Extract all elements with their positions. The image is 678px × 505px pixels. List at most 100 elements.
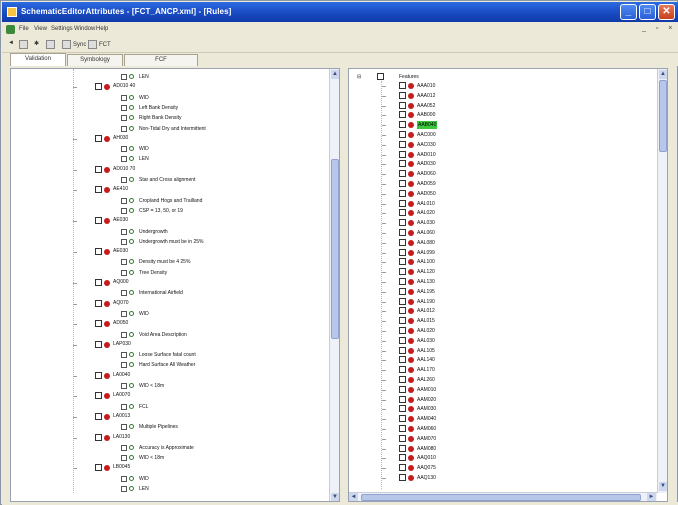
rule-node[interactable]: WID <box>11 310 329 318</box>
checkbox[interactable] <box>399 346 406 354</box>
rule-node[interactable]: Undergrowth must be in 25% <box>11 238 329 246</box>
feature-list-item[interactable]: AAL080 <box>349 238 649 247</box>
feature-node[interactable]: AQ000 <box>11 279 329 287</box>
checkbox[interactable] <box>121 383 127 389</box>
checkbox[interactable] <box>121 125 127 132</box>
vertical-scrollbar[interactable]: ▲ ▼ <box>657 69 667 493</box>
feature-list-item[interactable]: AAL015 <box>349 317 649 325</box>
feature-node[interactable]: LA0040 <box>11 371 329 380</box>
checkbox[interactable] <box>399 278 406 285</box>
feature-list-item[interactable]: AAA010 <box>349 82 649 90</box>
rule-node[interactable]: WID < 18m <box>11 454 329 462</box>
feature-node[interactable]: AE410 <box>11 186 329 194</box>
checkbox[interactable] <box>399 160 406 168</box>
checkbox[interactable] <box>399 111 406 119</box>
rule-node[interactable]: Star and Cross alignment <box>11 176 329 184</box>
checkbox[interactable] <box>399 287 406 295</box>
checkbox[interactable] <box>399 121 406 129</box>
checkbox[interactable] <box>121 156 127 163</box>
feature-list-item[interactable]: AAD030 <box>349 160 649 168</box>
feature-list-item[interactable]: AAQ075 <box>349 464 649 472</box>
feature-node[interactable]: AH030 <box>11 134 329 143</box>
checkbox[interactable] <box>121 455 127 462</box>
checkbox[interactable] <box>121 475 127 482</box>
feature-list-item[interactable]: AAC000 <box>349 131 649 139</box>
tab-symbology[interactable]: Symbology <box>67 54 123 66</box>
scroll-left-arrow[interactable]: ◄ <box>349 493 358 501</box>
checkbox[interactable] <box>399 199 406 207</box>
rule-node[interactable]: Right Bank Density <box>11 114 329 122</box>
checkbox[interactable] <box>399 219 406 227</box>
checkbox[interactable] <box>121 269 127 276</box>
checkbox[interactable] <box>121 444 127 451</box>
feature-list-item[interactable]: AAL120 <box>349 268 649 276</box>
tab-fcf[interactable]: FCF <box>124 54 198 66</box>
feature-list-item[interactable]: AAQ010 <box>349 454 649 462</box>
open-icon[interactable] <box>46 40 57 50</box>
gear-icon[interactable]: ✱ <box>34 40 39 50</box>
feature-list-item[interactable]: AAL030 <box>349 219 649 227</box>
rule-node[interactable]: WID <box>11 475 329 483</box>
checkbox[interactable] <box>121 290 127 297</box>
feature-list-item[interactable]: AAL105 <box>349 346 649 355</box>
rule-node[interactable]: International Airfield <box>11 289 329 297</box>
checkbox[interactable] <box>399 425 406 432</box>
checkbox[interactable] <box>121 403 127 410</box>
rule-node[interactable]: LEN <box>11 485 329 493</box>
checkbox[interactable] <box>121 177 127 183</box>
rule-node[interactable]: Non-Tidal Dry and Intermittent <box>11 125 329 133</box>
checkbox[interactable] <box>95 248 102 256</box>
checkbox[interactable] <box>399 140 406 148</box>
back-icon[interactable]: ◄ <box>8 40 14 50</box>
menu-window[interactable]: Window <box>74 26 95 32</box>
scroll-down-arrow[interactable]: ▼ <box>659 482 667 491</box>
checkbox[interactable] <box>399 395 406 403</box>
checkbox[interactable] <box>399 464 406 472</box>
checkbox[interactable] <box>399 366 406 374</box>
scroll-thumb[interactable] <box>331 159 339 339</box>
feature-node[interactable]: LA0070 <box>11 392 329 400</box>
rule-node[interactable]: Tree Density <box>11 269 329 277</box>
checkbox[interactable] <box>121 104 127 111</box>
checkbox[interactable] <box>95 83 102 91</box>
feature-node[interactable]: LAP030 <box>11 340 329 349</box>
checkbox[interactable] <box>399 327 406 334</box>
feature-list-item[interactable]: AAL130 <box>349 278 649 286</box>
menu-file[interactable]: File <box>19 26 29 32</box>
feature-node[interactable]: AD050 <box>11 320 329 328</box>
scroll-down-arrow[interactable]: ▼ <box>331 493 339 501</box>
feature-list-item[interactable]: AAD059 <box>349 180 649 188</box>
rule-node[interactable]: Cropland Hogs and Trailland <box>11 197 329 205</box>
checkbox[interactable] <box>121 228 127 235</box>
scroll-up-arrow[interactable]: ▲ <box>659 70 667 79</box>
checkbox[interactable] <box>121 486 127 492</box>
rule-node[interactable]: Hard Surface All Weather <box>11 361 329 369</box>
checkbox[interactable] <box>399 170 406 178</box>
feature-node[interactable]: LA0013 <box>11 412 329 421</box>
scroll-thumb[interactable] <box>361 494 641 501</box>
checkbox[interactable] <box>95 412 102 420</box>
rule-node[interactable]: LEN <box>11 155 329 163</box>
checkbox[interactable] <box>399 405 406 413</box>
feature-list-item[interactable]: AAL195 <box>349 287 649 296</box>
rule-node[interactable]: LEN <box>11 73 329 81</box>
rule-node[interactable]: Accuracy is Approximate <box>11 444 329 452</box>
root-checkbox[interactable] <box>377 73 384 80</box>
rule-node[interactable]: Loose Surface fatal count <box>11 351 329 359</box>
checkbox[interactable] <box>121 352 127 359</box>
horizontal-scrollbar[interactable]: ◄ ► <box>349 492 657 501</box>
checkbox[interactable] <box>399 376 406 383</box>
checkbox[interactable] <box>95 464 102 472</box>
checkbox[interactable] <box>95 320 102 328</box>
checkbox[interactable] <box>121 362 127 369</box>
checkbox[interactable] <box>399 454 406 462</box>
feature-list-item[interactable]: AAM030 <box>349 405 649 413</box>
feature-list-item[interactable]: AAL170 <box>349 366 649 374</box>
feature-list-item[interactable]: AAD010 <box>349 150 649 159</box>
feature-node[interactable]: LB0045 <box>11 464 329 472</box>
checkbox[interactable] <box>399 297 406 305</box>
feature-list-item[interactable]: AAM060 <box>349 425 649 433</box>
checkbox[interactable] <box>121 94 127 101</box>
feature-list-item[interactable]: AAL140 <box>349 356 649 364</box>
close-button[interactable]: ✕ <box>658 4 675 20</box>
